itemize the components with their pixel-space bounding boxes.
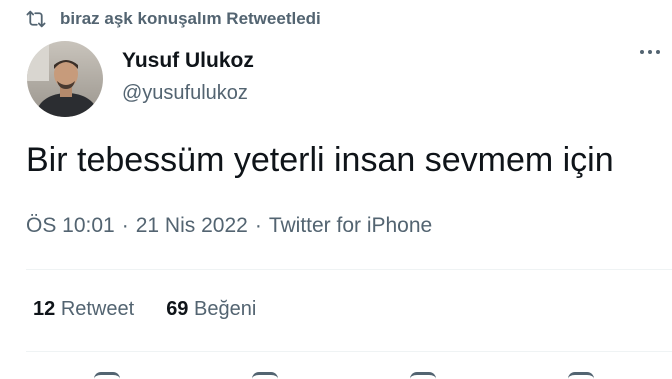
tweet-source[interactable]: Twitter for iPhone <box>269 214 432 237</box>
user-handle[interactable]: @yusufulukoz <box>122 82 248 105</box>
dot-icon <box>640 50 644 54</box>
retweet-icon <box>26 10 46 28</box>
more-options-icon[interactable] <box>640 50 660 54</box>
display-name[interactable]: Yusuf Ulukoz <box>122 49 254 73</box>
tweet-time[interactable]: ÖS 10:01 <box>26 214 115 237</box>
action-bar <box>26 366 672 378</box>
meta-separator: · <box>121 214 129 237</box>
like-stat[interactable]: 69 Beğeni <box>166 298 256 321</box>
tweet-date[interactable]: 21 Nis 2022 <box>136 214 248 237</box>
tweet-meta: ÖS 10:01 · 21 Nis 2022 · Twitter for iPhone <box>26 214 432 238</box>
retweet-label: Retweet <box>60 298 135 320</box>
dot-icon <box>648 50 652 54</box>
retweet-context-label: biraz aşk konuşalım Retweetledi <box>60 9 321 28</box>
tweet-text: Bir tebessüm yeterli insan sevmem için <box>26 141 614 179</box>
retweet-stat[interactable]: 12 Retweet <box>33 298 134 321</box>
engagement-stats: 12 Retweet 69 Beğeni <box>33 298 256 321</box>
divider <box>26 269 672 270</box>
like-label: Beğeni <box>194 298 257 320</box>
dot-icon <box>656 50 660 54</box>
retweet-context[interactable]: biraz aşk konuşalım Retweetledi <box>26 9 321 29</box>
meta-separator: · <box>254 214 262 237</box>
retweet-count: 12 <box>33 298 56 320</box>
avatar[interactable] <box>27 41 103 117</box>
like-count: 69 <box>166 298 189 320</box>
divider <box>26 351 672 352</box>
